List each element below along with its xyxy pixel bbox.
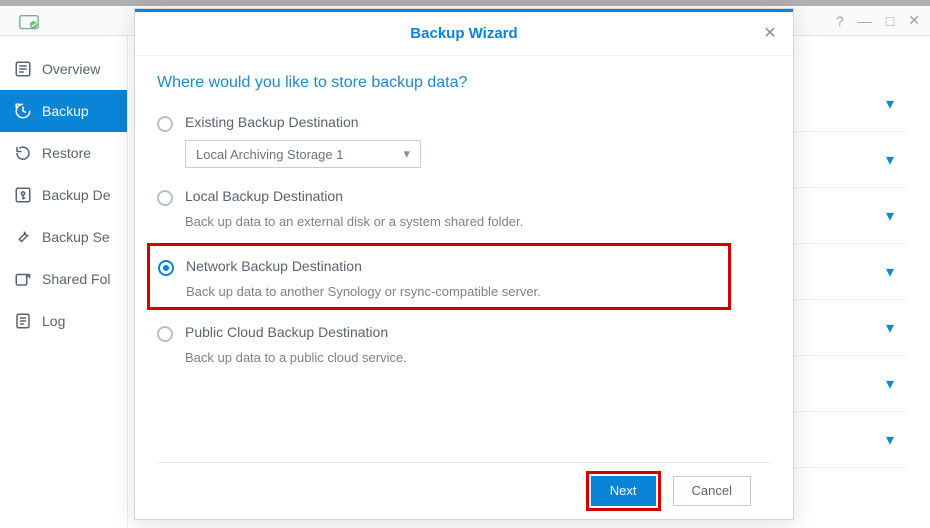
- close-window-icon[interactable]: ✕: [908, 12, 920, 29]
- close-icon[interactable]: ✕: [759, 22, 781, 44]
- sidebar-item-label: Shared Fol: [42, 271, 110, 287]
- modal-title: Backup Wizard: [410, 25, 517, 42]
- overview-icon: [14, 60, 32, 78]
- sidebar-item-label: Backup Se: [42, 229, 110, 245]
- radio-icon[interactable]: [157, 116, 173, 132]
- option-network-destination-highlight: Network Backup Destination Back up data …: [147, 243, 731, 310]
- chevron-down-icon: ▾: [886, 150, 894, 170]
- sidebar-item-label: Restore: [42, 145, 91, 161]
- minimize-icon[interactable]: —: [858, 13, 872, 29]
- sidebar-item-label: Log: [42, 313, 65, 329]
- option-label: Network Backup Destination: [186, 258, 362, 274]
- wizard-question: Where would you like to store backup dat…: [157, 74, 771, 92]
- sidebar-item-log[interactable]: Log: [0, 300, 127, 342]
- sidebar-item-backup[interactable]: Backup: [0, 90, 127, 132]
- radio-icon[interactable]: [157, 190, 173, 206]
- sidebar-item-label: Backup De: [42, 187, 110, 203]
- next-button-highlight: Next: [586, 471, 661, 511]
- option-network-destination[interactable]: Network Backup Destination: [158, 252, 718, 278]
- chevron-down-icon: ▾: [886, 430, 894, 450]
- cancel-button[interactable]: Cancel: [673, 476, 751, 506]
- option-existing-destination[interactable]: Existing Backup Destination: [157, 108, 771, 134]
- chevron-down-icon: ▾: [886, 262, 894, 282]
- sidebar-item-backup-settings[interactable]: Backup Se: [0, 216, 127, 258]
- share-icon: [14, 270, 32, 288]
- sidebar-item-backup-destination[interactable]: Backup De: [0, 174, 127, 216]
- modal-footer: Next Cancel: [157, 462, 771, 518]
- backup-icon: [14, 102, 32, 120]
- sidebar-item-shared-folder[interactable]: Shared Fol: [0, 258, 127, 300]
- option-label: Existing Backup Destination: [185, 114, 359, 130]
- option-local-destination[interactable]: Local Backup Destination: [157, 182, 771, 208]
- option-public-cloud-destination[interactable]: Public Cloud Backup Destination: [157, 318, 771, 344]
- modal-body: Where would you like to store backup dat…: [135, 56, 793, 454]
- log-icon: [14, 312, 32, 330]
- option-label: Local Backup Destination: [185, 188, 343, 204]
- help-icon[interactable]: ?: [836, 13, 844, 29]
- next-button[interactable]: Next: [591, 476, 656, 506]
- wrench-icon: [14, 228, 32, 246]
- radio-icon[interactable]: [158, 260, 174, 276]
- chevron-down-icon: ▾: [886, 374, 894, 394]
- sidebar-item-label: Overview: [42, 61, 100, 77]
- sidebar-item-restore[interactable]: Restore: [0, 132, 127, 174]
- chevron-down-icon: ▾: [886, 206, 894, 226]
- radio-icon[interactable]: [157, 326, 173, 342]
- restore-icon: [14, 144, 32, 162]
- backup-wizard-modal: Backup Wizard ✕ Where would you like to …: [134, 8, 794, 520]
- modal-header: Backup Wizard ✕: [135, 12, 793, 56]
- dropdown-value: Local Archiving Storage 1: [196, 147, 343, 162]
- app-logo-icon: [18, 12, 40, 34]
- chevron-down-icon: ▾: [886, 318, 894, 338]
- chevron-down-icon: ▾: [403, 146, 410, 162]
- key-icon: [14, 186, 32, 204]
- sidebar-item-overview[interactable]: Overview: [0, 48, 127, 90]
- option-description: Back up data to an external disk or a sy…: [185, 208, 771, 243]
- existing-destination-dropdown[interactable]: Local Archiving Storage 1 ▾: [185, 140, 421, 168]
- sidebar-item-label: Backup: [42, 103, 89, 119]
- option-description: Back up data to another Synology or rsyn…: [186, 278, 718, 305]
- option-label: Public Cloud Backup Destination: [185, 324, 388, 340]
- chevron-down-icon: ▾: [886, 94, 894, 114]
- sidebar: Overview Backup Restore Backup De Backup…: [0, 36, 128, 528]
- option-description: Back up data to a public cloud service.: [185, 344, 771, 379]
- maximize-icon[interactable]: □: [886, 13, 894, 29]
